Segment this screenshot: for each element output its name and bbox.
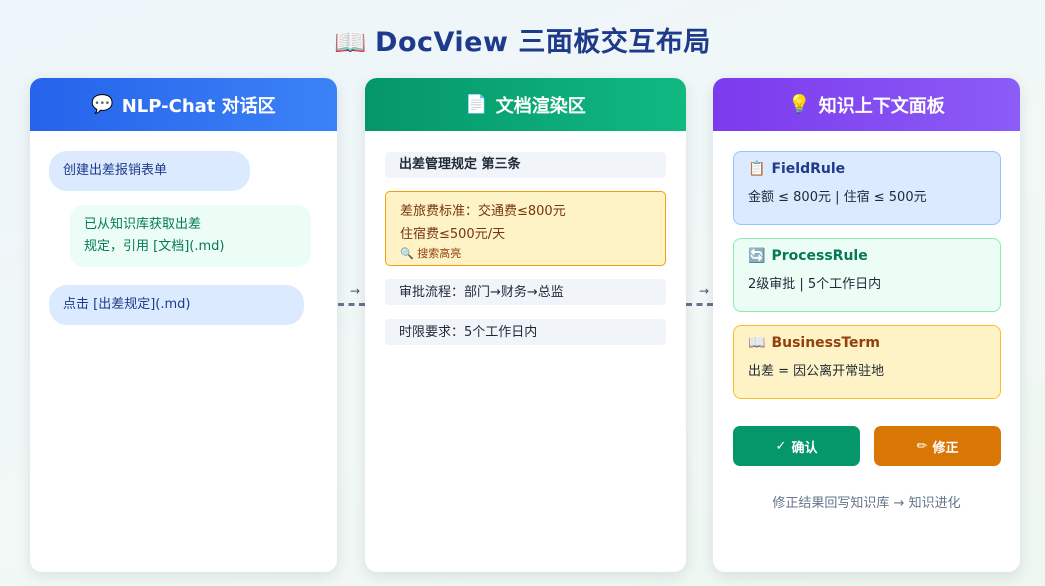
doc-deadline: 时限要求：5个工作日内: [385, 319, 666, 345]
confirm-button-label: 确认: [791, 440, 818, 456]
card-title-text: BusinessTerm: [771, 335, 881, 351]
card-field-rule[interactable]: 📋 FieldRule 金额 ≤ 800元 | 住宿 ≤ 500元: [733, 151, 1001, 225]
chat-panel-header: 💬 NLP-Chat 对话区: [30, 78, 337, 131]
chat-message-user[interactable]: 创建出差报销表单: [49, 151, 250, 191]
doc-highlight-note-text: 搜索高亮: [417, 247, 462, 260]
document-panel-header: 📄 文档渲染区: [365, 78, 686, 131]
chat-message-line: 规定，引用 [文档](.md): [84, 239, 225, 254]
fix-button[interactable]: ✏ 修正: [874, 426, 1001, 466]
pencil-icon: ✏: [916, 438, 928, 454]
card-process-rule[interactable]: 🔄 ProcessRule 2级审批 | 5个工作日内: [733, 238, 1001, 312]
document-panel: 📄 文档渲染区 出差管理规定 第三条 差旅费标准：交通费≤800元 住宿费≤50…: [365, 78, 686, 572]
context-panel-header: 💡 知识上下文面板: [713, 78, 1020, 131]
chat-message-user[interactable]: 点击 [出差规定](.md): [49, 285, 304, 325]
doc-highlight-note: 🔍 搜索高亮: [400, 246, 651, 262]
card-title: 🔄 ProcessRule: [748, 248, 986, 264]
doc-search-highlight[interactable]: 差旅费标准：交通费≤800元 住宿费≤500元/天 🔍 搜索高亮: [385, 191, 666, 266]
connector-doc-context: [686, 303, 713, 306]
document-panel-title: 文档渲染区: [495, 95, 586, 117]
writeback-footnote: 修正结果回写知识库 → 知识进化: [772, 496, 961, 511]
book-icon: 📖: [334, 28, 368, 58]
chat-panel-title: NLP-Chat 对话区: [121, 95, 276, 117]
magnifier-icon: 🔍: [400, 247, 414, 260]
card-body: 出差 = 因公离开常驻地: [748, 364, 885, 379]
chat-message-text: 点击 [出差规定](.md): [63, 297, 191, 312]
fix-button-label: 修正: [932, 440, 959, 456]
doc-approval-flow: 审批流程：部门→财务→总监: [385, 279, 666, 305]
page-title-text: DocView 三面板交互布局: [375, 27, 711, 58]
chat-message-text: 创建出差报销表单: [63, 163, 168, 178]
card-title-text: ProcessRule: [771, 248, 868, 264]
card-title: 📋 FieldRule: [748, 161, 986, 177]
document-icon: 📄: [465, 94, 488, 115]
arrow-icon: →: [699, 284, 710, 298]
card-title: 📖 BusinessTerm: [748, 335, 986, 351]
chat-message-line: 已从知识库获取出差: [84, 217, 202, 232]
refresh-icon: 🔄: [748, 248, 766, 264]
context-panel-title: 知识上下文面板: [818, 95, 945, 117]
doc-highlight-line: 差旅费标准：交通费≤800元: [400, 204, 566, 219]
confirm-button[interactable]: ✓ 确认: [733, 426, 860, 466]
chat-panel: 💬 NLP-Chat 对话区 创建出差报销表单 已从知识库获取出差 规定，引用 …: [30, 78, 337, 572]
doc-highlight-line: 住宿费≤500元/天: [400, 227, 506, 242]
card-business-term[interactable]: 📖 BusinessTerm 出差 = 因公离开常驻地: [733, 325, 1001, 399]
clipboard-icon: 📋: [748, 161, 766, 177]
chat-message-bot[interactable]: 已从知识库获取出差 规定，引用 [文档](.md): [70, 205, 311, 267]
arrow-icon: →: [350, 284, 361, 298]
page-title: 📖 DocView 三面板交互布局: [0, 20, 1045, 59]
card-body: 金额 ≤ 800元 | 住宿 ≤ 500元: [748, 190, 927, 205]
speech-bubble-icon: 💬: [91, 94, 114, 115]
doc-section-title: 出差管理规定 第三条: [385, 152, 666, 178]
card-body: 2级审批 | 5个工作日内: [748, 277, 882, 292]
connector-chat-doc: [338, 303, 365, 306]
checkmark-icon: ✓: [775, 438, 787, 454]
book-icon: 📖: [748, 335, 766, 351]
card-title-text: FieldRule: [771, 161, 846, 177]
context-panel: 💡 知识上下文面板 📋 FieldRule 金额 ≤ 800元 | 住宿 ≤ 50…: [713, 78, 1020, 572]
lightbulb-icon: 💡: [788, 94, 811, 115]
